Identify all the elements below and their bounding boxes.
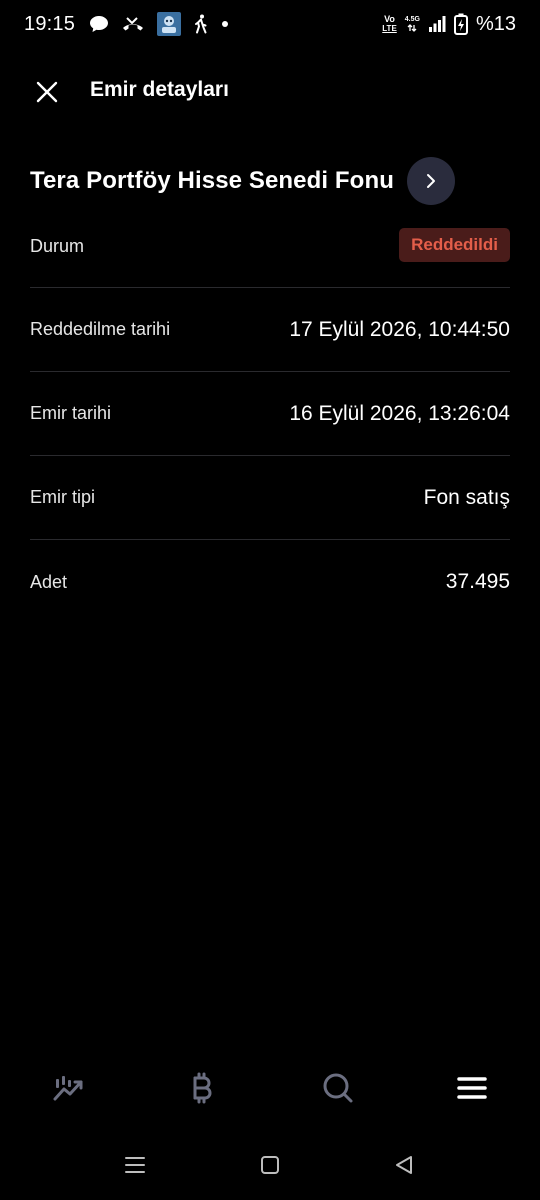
search-icon [323,1073,353,1103]
recents-button[interactable] [122,1152,148,1178]
detail-row-quantity: Adet 37.495 [30,540,510,624]
quantity-label: Adet [30,571,68,592]
back-button[interactable] [391,1152,417,1178]
system-nav [0,1140,540,1188]
order-date-label: Emir tarihi [30,403,112,423]
nav-menu[interactable] [454,1070,490,1106]
close-button[interactable] [32,77,62,107]
detail-row-order-date: Emir tarihi 16 Eylül 2026, 13:26:04 [30,372,510,456]
battery-percent: %13 [475,12,516,35]
home-button[interactable] [257,1152,283,1178]
back-icon [396,1156,412,1174]
status-bar: 19:15 Vo LTE 4.5G %13 [0,0,540,48]
order-type-value: Fon satış [423,485,510,509]
recents-icon [125,1157,145,1173]
signal-icon [428,15,446,33]
status-time: 19:15 [24,12,76,35]
page-title: Emir detayları [90,78,229,101]
missed-call-icon [121,16,145,32]
quantity-value: 37.495 [445,570,510,593]
chat-bubble-icon [89,15,109,33]
dot-icon [221,20,229,28]
app-avatar-icon [157,12,182,36]
rejected-date-label: Reddedilme tarihi [30,319,171,339]
detail-row-rejected-date: Reddedilme tarihi 17 Eylül 2026, 10:44:5… [30,288,510,372]
close-icon [36,81,58,103]
order-details: Durum Reddedildi Reddedilme tarihi 17 Ey… [30,224,510,624]
bottom-nav [0,1058,540,1116]
app-header: Emir detayları [0,64,540,118]
detail-row-status: Durum Reddedildi [30,224,510,288]
nav-markets[interactable] [50,1070,86,1106]
rejected-date-value: 17 Eylül 2026, 10:44:50 [289,317,510,341]
fund-name: Tera Portföy Hisse Senedi Fonu [30,167,394,194]
volte-icon: Vo LTE [382,14,397,34]
fund-detail-button[interactable] [406,157,455,205]
battery-charging-icon [453,13,468,35]
network-type-icon: 4.5G [405,16,420,32]
nav-search[interactable] [320,1070,356,1106]
chevron-right-icon [426,174,435,188]
chart-icon [53,1076,83,1101]
home-icon [261,1156,279,1174]
walking-icon [193,14,209,34]
fund-header: Tera Portföy Hisse Senedi Fonu [30,156,510,206]
status-badge: Reddedildi [399,228,510,262]
nav-crypto[interactable] [184,1070,220,1106]
menu-icon [457,1077,487,1099]
status-right: Vo LTE 4.5G %13 [382,13,516,36]
order-date-value: 16 Eylül 2026, 13:26:04 [289,401,510,425]
bitcoin-icon [193,1072,212,1104]
status-label: Durum [30,236,85,256]
notification-icons [89,12,229,36]
detail-row-order-type: Emir tipi Fon satış [30,456,510,540]
order-type-label: Emir tipi [30,487,96,507]
